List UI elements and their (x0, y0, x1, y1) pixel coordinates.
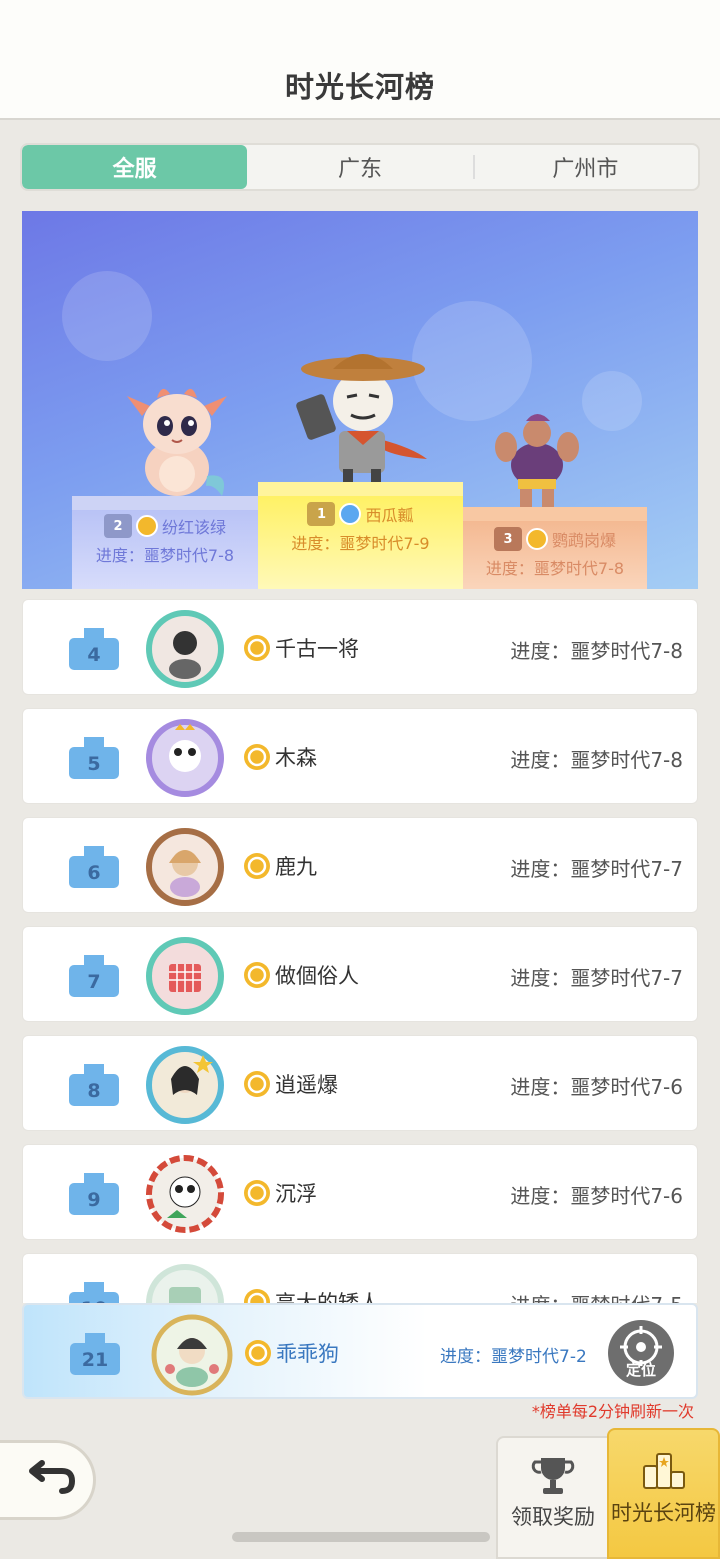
self-progress: 进度：噩梦时代7-2 (440, 1347, 587, 1367)
coin-icon (244, 1180, 270, 1206)
ranking-row[interactable]: 9 沉浮 进度：噩梦时代7-6 (22, 1144, 698, 1240)
home-indicator (232, 1532, 490, 1542)
player-avatar[interactable] (145, 609, 225, 689)
coin-icon (244, 1071, 270, 1097)
dragon-character[interactable] (122, 376, 232, 501)
podium-second-progress: 进度：噩梦时代7-8 (95, 546, 235, 565)
ranking-row[interactable]: 8 逍遥爆 进度：噩梦时代7-6 (22, 1035, 698, 1131)
rank-badge: 21 (70, 1327, 120, 1375)
ranking-row[interactable]: 4 千古一将 进度：噩梦时代7-8 (22, 599, 698, 695)
podium-third-progress: 进度：噩梦时代7-8 (485, 559, 625, 578)
rank-badge: 8 (69, 1058, 119, 1106)
back-button[interactable] (0, 1440, 96, 1520)
ranking-list[interactable]: 4 千古一将 进度：噩梦时代7-8 5 木森 进度：噩梦时代7-8 6 鹿九 进… (22, 599, 698, 1303)
top-bar: 时光长河榜 (0, 0, 720, 120)
tab-all-server[interactable]: 全服 (22, 145, 248, 189)
rank-3-emblem-icon: 3 (493, 527, 522, 551)
podium-icon (642, 1453, 685, 1489)
player-avatar[interactable] (145, 718, 225, 798)
player-name: 沉浮 (275, 1182, 317, 1206)
player-progress: 进度：噩梦时代7-6 (510, 1184, 683, 1208)
back-arrow-icon (29, 1460, 76, 1494)
trophy-icon (531, 1458, 575, 1494)
coin-icon (244, 853, 270, 879)
player-name: 千古一将 (275, 637, 359, 661)
player-name: 高大的矮人 (275, 1291, 380, 1303)
coin-icon (245, 1340, 271, 1366)
podium-panel: 2 纷红该绿 进度：噩梦时代7-8 1 西瓜瓤 进度：噩梦时代7-9 3 鹦鹉岗… (22, 211, 698, 589)
time-river-rank-label: 时光长河榜 (611, 1501, 716, 1525)
self-name: 乖乖狗 (276, 1342, 339, 1366)
tab-guangzhou[interactable]: 广州市 (472, 145, 698, 189)
rank-1-emblem-icon: 1 (307, 502, 336, 526)
player-avatar[interactable] (145, 1263, 225, 1303)
rank-badge: 4 (69, 622, 119, 670)
ranking-row[interactable]: 5 木森 进度：噩梦时代7-8 (22, 708, 698, 804)
coin-icon (244, 1289, 270, 1303)
locate-label: 定位 (625, 1361, 656, 1379)
rank-badge: 10 (69, 1276, 119, 1303)
tab-guangdong[interactable]: 广东 (247, 145, 472, 189)
refresh-note: *榜单每2分钟刷新一次 (531, 1402, 694, 1421)
player-name: 逍遥爆 (275, 1073, 338, 1097)
player-progress: 进度：噩梦时代7-6 (510, 1075, 683, 1099)
podium-first-name: 西瓜瓤 (365, 506, 414, 525)
time-river-rank-tab[interactable]: 时光长河榜 (607, 1428, 720, 1559)
claim-reward-tab[interactable]: 领取奖励 (496, 1436, 610, 1559)
meme-hat-character[interactable] (287, 349, 437, 494)
podium-second[interactable]: 2 纷红该绿 进度：噩梦时代7-8 (72, 496, 258, 589)
claim-reward-label: 领取奖励 (511, 1505, 595, 1529)
rank-2-emblem-icon: 2 (103, 514, 132, 538)
rank-number: 4 (87, 644, 101, 666)
locate-button[interactable]: 定位 (608, 1320, 674, 1386)
podium-third-name: 鹦鹉岗爆 (551, 531, 616, 550)
player-progress: 进度：噩梦时代7-8 (510, 748, 683, 772)
rank-number: 9 (87, 1189, 101, 1211)
rank-badge: 7 (69, 949, 119, 997)
ranking-row[interactable]: 10 高大的矮人 进度：噩梦时代7-5 (22, 1253, 698, 1303)
rank-number: 5 (87, 753, 101, 775)
rank-number: 7 (87, 971, 101, 993)
coin-icon (135, 515, 158, 537)
self-ranking-row[interactable]: 21 乖乖狗 进度：噩梦时代7-2 定位 (22, 1303, 698, 1399)
player-progress: 进度：噩梦时代7-8 (510, 639, 683, 663)
podium-first[interactable]: 1 西瓜瓤 进度：噩梦时代7-9 (258, 482, 463, 589)
player-name: 做個俗人 (275, 964, 359, 988)
player-name: 鹿九 (275, 855, 317, 879)
coin-icon (525, 528, 548, 550)
player-avatar[interactable] (145, 1154, 225, 1234)
brute-character[interactable] (492, 407, 582, 517)
player-progress: 进度：噩梦时代7-5 (510, 1289, 683, 1303)
globe-badge-icon (339, 503, 362, 525)
self-avatar[interactable] (150, 1313, 234, 1397)
podium-first-progress: 进度：噩梦时代7-9 (291, 534, 430, 553)
coin-icon (244, 635, 270, 661)
podium-third[interactable]: 3 鹦鹉岗爆 进度：噩梦时代7-8 (463, 507, 647, 589)
podium-second-name: 纷红该绿 (161, 518, 226, 537)
player-progress: 进度：噩梦时代7-7 (510, 966, 683, 990)
region-tabs: 全服 广东 广州市 (20, 143, 700, 191)
ranking-row[interactable]: 6 鹿九 进度：噩梦时代7-7 (22, 817, 698, 913)
player-avatar[interactable] (145, 936, 225, 1016)
player-progress: 进度：噩梦时代7-7 (510, 857, 683, 881)
rank-number: 6 (87, 862, 101, 884)
coin-icon (244, 744, 270, 770)
ranking-row[interactable]: 7 做個俗人 进度：噩梦时代7-7 (22, 926, 698, 1022)
player-name: 木森 (275, 746, 317, 770)
coin-icon (244, 962, 270, 988)
rank-number: 21 (81, 1349, 109, 1371)
player-avatar[interactable] (145, 1045, 225, 1125)
page-title: 时光长河榜 (284, 70, 435, 104)
rank-badge: 9 (69, 1167, 119, 1215)
rank-badge: 6 (69, 840, 119, 888)
player-avatar[interactable] (145, 827, 225, 907)
rank-badge: 5 (69, 731, 119, 779)
rank-number: 8 (87, 1080, 101, 1102)
